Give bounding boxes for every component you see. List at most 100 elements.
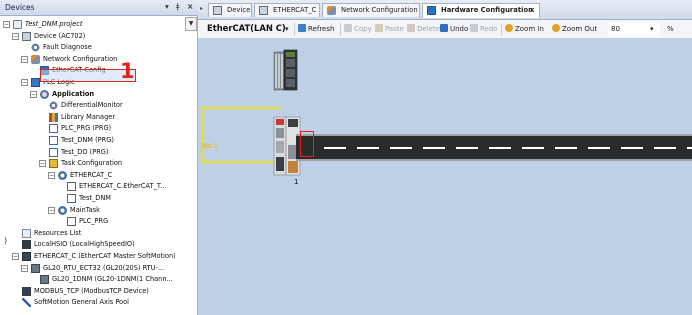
tree-item[interactable]: MODBUS_TCP (ModbusTCP Device): [0, 286, 184, 297]
link-wire: [202, 161, 282, 163]
tree-item[interactable]: GL20_1DNM (GL20-1DNM(1 Chann...: [0, 274, 184, 285]
device-number: 1: [294, 178, 299, 186]
tree-item[interactable]: ETHERCAT_C.EtherCAT_T...: [0, 181, 184, 192]
tree-item[interactable]: − ETHERCAT_C (EtherCAT Master SoftMotion): [0, 251, 184, 262]
zoom-unit: %: [667, 25, 674, 33]
redo-button[interactable]: Redo: [470, 24, 498, 35]
bus-dash: [390, 147, 412, 149]
pou-icon: [49, 124, 58, 134]
tree-item-label: Test_DNM.project: [25, 20, 83, 28]
side-mark: ): [4, 236, 8, 245]
bus-dash: [588, 147, 610, 149]
expand-toggle[interactable]: −: [48, 206, 55, 214]
toolbar-separator: [340, 23, 341, 36]
ethercat-bus[interactable]: [296, 134, 692, 161]
devices-panel: Devices ▾ ǂ × ▼ − Test_DNM.project − Device…: [0, 0, 198, 315]
tab-label: Network Configuration: [341, 6, 418, 14]
tree-item[interactable]: Test_DO (PRG): [0, 147, 184, 158]
undo-button[interactable]: Undo: [440, 24, 468, 35]
expand-toggle[interactable]: −: [21, 264, 28, 272]
tree-item-label: Test_DNM (PRG): [61, 136, 114, 144]
hardware-toolbar: EtherCAT(LAN C) ▾ Refresh Copy Paste Del…: [198, 20, 692, 39]
hardware-canvas[interactable]: No.1 1: [198, 39, 692, 315]
zoom-value: 80: [611, 25, 620, 33]
expand-toggle[interactable]: −: [3, 21, 10, 28]
slot-highlight: [300, 131, 314, 157]
tree-item[interactable]: Test_DNM: [0, 193, 184, 204]
tab-label: Device: [227, 6, 251, 14]
zoom-out-button[interactable]: Zoom Out: [552, 24, 597, 35]
tree-item[interactable]: Test_DNM (PRG): [0, 135, 184, 146]
bus-selector[interactable]: EtherCAT(LAN C): [207, 23, 286, 34]
expand-toggle[interactable]: −: [21, 79, 28, 86]
tree-item[interactable]: LocalHSIO (LocalHighSpeedIO): [0, 239, 184, 250]
bus-dash: [654, 147, 676, 149]
pou-icon: [49, 136, 58, 145]
library-icon: [49, 112, 58, 122]
dropdown-arrow-icon[interactable]: ▾: [165, 2, 169, 11]
paste-button[interactable]: Paste: [375, 24, 404, 35]
refresh-icon: [298, 24, 306, 32]
no-label: No.1: [202, 142, 219, 150]
tree-item[interactable]: − Network Configuration: [0, 54, 184, 65]
zoom-in-button[interactable]: Zoom In: [505, 24, 544, 35]
tree-item[interactable]: PLC_PRG: [0, 216, 184, 227]
pin-icon[interactable]: ǂ: [176, 2, 179, 11]
expand-toggle[interactable]: −: [12, 253, 19, 260]
expand-toggle[interactable]: −: [21, 55, 28, 63]
tab-label: Hardware Configuration: [441, 6, 533, 14]
gear-icon: [49, 101, 58, 111]
pou-icon: [49, 147, 58, 157]
hardware-config-icon: [427, 6, 436, 15]
link-wire: [202, 107, 204, 162]
expand-toggle[interactable]: −: [12, 32, 19, 40]
devices-panel-header: Devices ▾ ǂ ×: [0, 0, 198, 16]
tree-item-label: Fault Diagnose: [43, 43, 92, 52]
axis-pool-icon: [22, 298, 31, 308]
toolbar-separator: [294, 23, 295, 36]
tab-ethercat-c[interactable]: ETHERCAT_C: [254, 3, 320, 17]
redo-icon: [470, 24, 478, 32]
refresh-button[interactable]: Refresh: [298, 24, 334, 35]
copy-button[interactable]: Copy: [344, 24, 372, 35]
gear-icon: [31, 43, 40, 53]
master-module-icon[interactable]: [273, 48, 299, 92]
tree-item[interactable]: Fault Diagnose: [0, 42, 184, 53]
tree-item[interactable]: PLC_PRG (PRG): [0, 123, 184, 134]
tree-item[interactable]: − ETHERCAT_C: [0, 170, 184, 181]
tree-item[interactable]: − MainTask: [0, 205, 184, 216]
chevron-down-icon[interactable]: ▾: [285, 24, 289, 35]
application-icon: [40, 89, 49, 99]
tree-item-label: ETHERCAT_C (EtherCAT Master SoftMotion): [34, 252, 176, 260]
delete-button[interactable]: Delete: [407, 24, 440, 35]
tab-scroll-icon[interactable]: ▸: [200, 5, 203, 12]
zoom-dropdown-icon[interactable]: ▾: [650, 24, 654, 35]
call-icon: [67, 217, 76, 227]
tab-network-configuration[interactable]: Network Configuration: [322, 3, 420, 17]
expand-toggle[interactable]: −: [39, 160, 46, 168]
plc-icon: [31, 78, 40, 87]
tab-device[interactable]: Device: [208, 3, 252, 17]
close-tab-icon[interactable]: ×: [529, 4, 535, 17]
tree-item-label: LocalHSIO (LocalHighSpeedIO): [34, 240, 135, 249]
tree-item[interactable]: Resources List: [0, 228, 184, 239]
expand-toggle[interactable]: −: [48, 171, 55, 179]
close-icon[interactable]: ×: [187, 2, 193, 11]
tree-item[interactable]: − Application: [0, 89, 184, 100]
tree-item[interactable]: SoftMotion General Axis Pool: [0, 297, 184, 308]
tree-item[interactable]: − GL20_RTU_ECT32 (GL20(20S) RTU-...: [0, 263, 184, 274]
expand-toggle[interactable]: −: [30, 90, 37, 98]
tree-item[interactable]: − Task Configuration: [0, 158, 184, 169]
tab-label: ETHERCAT_C: [273, 6, 317, 14]
bus-dash: [324, 147, 346, 149]
bus-dash: [687, 147, 692, 149]
tree-item-label: GL20_RTU_ECT32 (GL20(20S) RTU-...: [43, 263, 165, 272]
tree-item[interactable]: − Device (AC702): [0, 31, 184, 42]
tree-item[interactable]: DifferentialMonitor: [0, 100, 184, 111]
bus-dash: [522, 147, 544, 149]
tab-hardware-configuration[interactable]: Hardware Configuration ×: [422, 3, 540, 18]
tree-item[interactable]: − Test_DNM.project: [0, 19, 184, 30]
tree-item[interactable]: Library Manager: [0, 112, 184, 123]
tree-item-label: ETHERCAT_C.EtherCAT_T...: [79, 182, 167, 191]
panel-dropdown-button[interactable]: ▼: [185, 17, 197, 31]
